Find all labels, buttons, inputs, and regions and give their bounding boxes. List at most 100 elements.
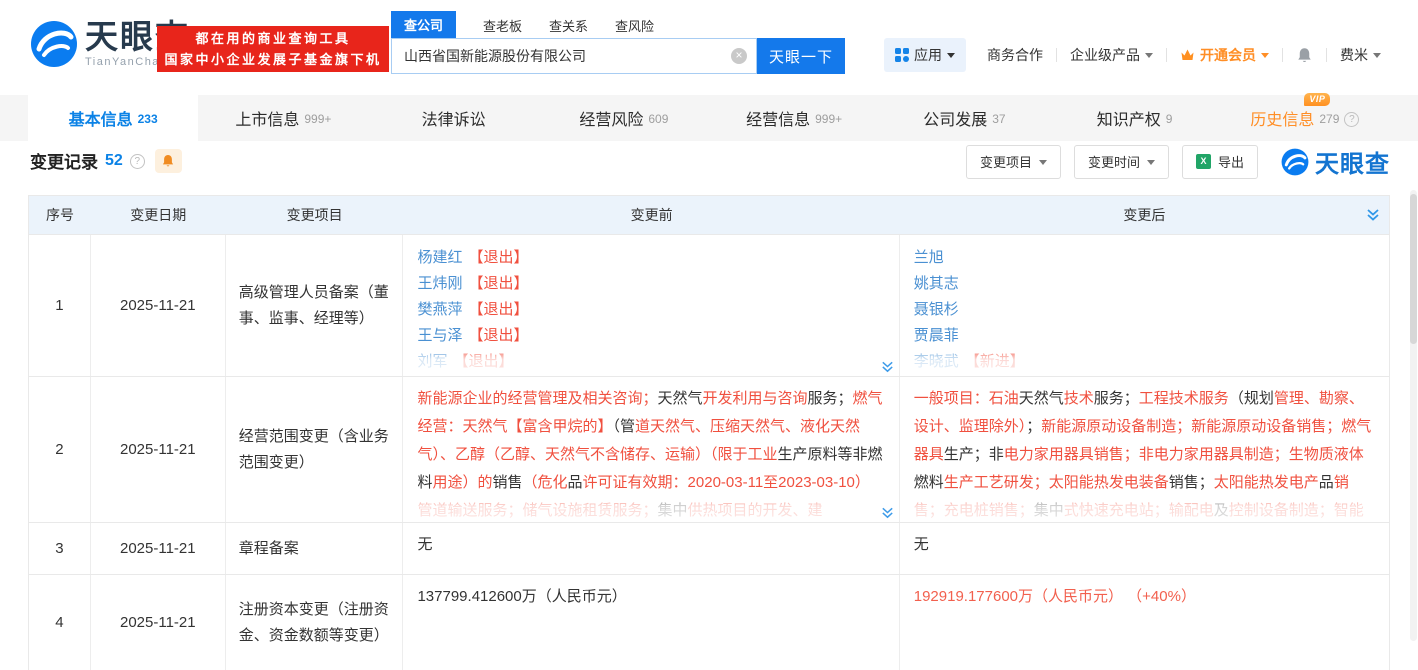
diff-text-segment: 销售；: [1169, 474, 1214, 491]
change-date: 2025-11-21: [91, 523, 226, 574]
coop-label: 商务合作: [987, 45, 1043, 65]
person-link[interactable]: 兰旭: [914, 249, 944, 266]
diff-text-segment: 式快速充电站；输配电: [1064, 502, 1214, 519]
row-index: 1: [29, 235, 91, 376]
diff-text-segment: （规划: [1229, 390, 1274, 407]
person-tag: 【退出】: [468, 301, 528, 318]
diff-text-segment: 品: [568, 474, 583, 491]
tab-label: 经营风险: [579, 106, 643, 130]
slogan-banner: 都在用的商业查询工具 国家中小企业发展子基金旗下机构: [157, 26, 389, 72]
scrollbar-thumb[interactable]: [1410, 194, 1417, 344]
person-line: 王炜刚【退出】: [417, 271, 884, 297]
person-link[interactable]: 樊燕萍: [417, 301, 462, 318]
tianyancha-logo-icon: [1281, 148, 1309, 176]
tab-知识产权[interactable]: 知识产权9: [1050, 95, 1220, 141]
chevron-down-icon: [1261, 53, 1269, 62]
table-row-4: 42025-11-21注册资本变更（注册资金、资金数额等变更）137799.41…: [29, 574, 1389, 670]
change-before-cell: 杨建红【退出】王炜刚【退出】樊燕萍【退出】王与泽【退出】刘军【退出】: [403, 235, 899, 376]
diff-text-segment: 太阳能热发电产: [1214, 474, 1319, 491]
person-link[interactable]: 刘军: [417, 353, 447, 370]
enterprise-products-menu[interactable]: 企业级产品: [1057, 45, 1166, 65]
filter-change-item-dropdown[interactable]: 变更项目: [966, 145, 1061, 179]
user-menu[interactable]: 费米: [1327, 45, 1394, 65]
watermark-logo: 天眼查: [1281, 144, 1390, 179]
person-link[interactable]: 王炜刚: [417, 275, 462, 292]
tab-经营风险[interactable]: 经营风险 609: [539, 95, 709, 141]
tab-label: 经营信息: [746, 106, 810, 130]
person-link[interactable]: 王与泽: [417, 327, 462, 344]
search-tabs: 查公司 查老板 查关系 查风险: [391, 14, 845, 38]
tab-label: 历史信息VIP: [1250, 106, 1314, 130]
tab-法律诉讼[interactable]: 法律诉讼: [369, 95, 539, 141]
tab-公司发展[interactable]: 公司发展37: [879, 95, 1049, 141]
diff-text-segment: 电力家用器具销售；非电力家用器具制造；生物质液体: [1004, 446, 1364, 463]
person-line: 聂银杉: [914, 297, 1375, 323]
subscribe-bell-button[interactable]: [155, 149, 182, 173]
search-input[interactable]: [391, 38, 757, 74]
header-nav: 应用 商务合作 企业级产品 开通会员 费米: [884, 38, 1394, 72]
tab-count: 279: [1319, 112, 1339, 126]
person-link[interactable]: 李晓武: [914, 353, 959, 370]
company-tab-bar: 基本信息233上市信息999+ 法律诉讼 经营风险 609 经营信息999+公司发展37…: [0, 95, 1418, 141]
search-tab-查风险[interactable]: 查风险: [615, 16, 654, 38]
diff-text-segment: 一般项目：石油: [914, 390, 1019, 407]
person-tag: 【退出】: [468, 249, 528, 266]
search-area: 查公司 查老板 查关系 查风险 × 天眼一下: [391, 14, 845, 74]
tab-count: 609: [648, 112, 668, 126]
help-icon[interactable]: ?: [1344, 112, 1359, 127]
change-after-cell: 192919.177600万（人民币元） （+40%）: [900, 575, 1389, 670]
person-link[interactable]: 贾晨菲: [914, 327, 959, 344]
username-label: 费米: [1340, 45, 1368, 65]
diff-text-segment: 技术: [1064, 390, 1094, 407]
export-button[interactable]: X 导出: [1182, 145, 1258, 179]
collapse-all-chevron-icon[interactable]: [1365, 207, 1381, 223]
diff-text-segment: ；: [1026, 418, 1041, 435]
search-tab-查老板[interactable]: 查老板: [483, 16, 522, 38]
tab-经营信息[interactable]: 经营信息999+: [709, 95, 879, 141]
help-icon[interactable]: ?: [130, 154, 145, 169]
change-after-cell: 兰旭姚其志聂银杉贾晨菲李晓武【新进】: [900, 235, 1389, 376]
change-item: 章程备案: [226, 523, 404, 574]
tab-label: 法律诉讼: [422, 106, 486, 130]
bell-icon: [161, 154, 175, 168]
col-header-date: 变更日期: [91, 196, 226, 234]
diff-text-segment: 开发利用与咨询: [703, 390, 808, 407]
table-header-row: 序号 变更日期 变更项目 变更前 变更后: [29, 196, 1389, 234]
chevron-down-icon: [947, 53, 955, 62]
change-after-cell: 一般项目：石油天然气技术服务；工程技术服务（规划管理、勘察、设计、监理除外）；新…: [900, 377, 1389, 522]
search-tab-查关系[interactable]: 查关系: [549, 16, 588, 38]
diff-text-segment: 工程技术服务: [1139, 390, 1229, 407]
diff-text-segment: 天然气: [657, 390, 702, 407]
tianyancha-logo-icon: [30, 20, 78, 68]
apps-menu[interactable]: 应用: [884, 38, 966, 72]
col-header-after: 变更后: [900, 196, 1389, 234]
clear-search-icon[interactable]: ×: [731, 48, 747, 64]
tab-上市信息[interactable]: 上市信息999+: [198, 95, 368, 141]
tab-基本信息[interactable]: 基本信息233: [28, 95, 198, 141]
cell-text: 无: [914, 536, 929, 553]
scrollbar[interactable]: [1410, 190, 1417, 641]
cell-text: 192919.177600万（人民币元） （+40%）: [914, 588, 1196, 605]
bell-icon: [1296, 47, 1313, 64]
vip-badge: VIP: [1304, 93, 1330, 106]
person-link[interactable]: 杨建红: [417, 249, 462, 266]
person-line: 兰旭: [914, 245, 1375, 271]
open-vip-menu[interactable]: 开通会员: [1167, 45, 1282, 65]
change-item: 注册资本变更（注册资金、资金数额等变更）: [226, 575, 404, 670]
enterprise-label: 企业级产品: [1070, 45, 1140, 65]
expand-row-chevron-icon[interactable]: [880, 359, 895, 374]
diff-text-segment: 生产；非: [944, 446, 1004, 463]
apps-grid-icon: [895, 48, 909, 62]
person-link[interactable]: 聂银杉: [914, 301, 959, 318]
business-coop-link[interactable]: 商务合作: [974, 45, 1056, 65]
person-line: 姚其志: [914, 271, 1375, 297]
expand-row-chevron-icon[interactable]: [880, 505, 895, 520]
filter-change-time-dropdown[interactable]: 变更时间: [1074, 145, 1169, 179]
chevron-down-icon: [1373, 53, 1381, 62]
search-button[interactable]: 天眼一下: [757, 38, 845, 74]
tab-历史信息[interactable]: 历史信息VIP 279?: [1220, 95, 1390, 141]
cell-text: 137799.412600万（人民币元）: [417, 588, 626, 605]
search-tab-查公司[interactable]: 查公司: [391, 11, 456, 38]
notifications-button[interactable]: [1283, 47, 1326, 64]
person-link[interactable]: 姚其志: [914, 275, 959, 292]
